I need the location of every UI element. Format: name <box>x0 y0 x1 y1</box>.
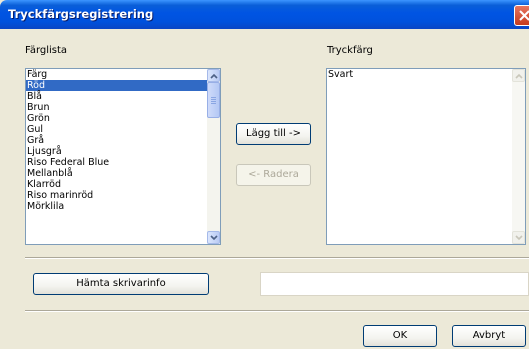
color-list-item[interactable]: Röd <box>26 80 220 91</box>
chevron-down-icon <box>210 235 218 241</box>
close-button[interactable] <box>514 5 529 26</box>
color-list-item[interactable]: Mörklila <box>26 201 220 212</box>
close-icon <box>519 10 529 21</box>
color-list-item[interactable]: Färg <box>26 69 220 80</box>
print-color-scrollbar[interactable] <box>512 69 525 244</box>
thumb-grip <box>211 103 216 104</box>
print-color-listbox[interactable]: Svart <box>326 68 526 245</box>
color-list-item[interactable]: Klarröd <box>26 179 220 190</box>
remove-button[interactable]: <- Radera <box>236 164 311 186</box>
scroll-up-button[interactable] <box>207 69 220 82</box>
color-list-item[interactable]: Blå <box>26 91 220 102</box>
color-list-item[interactable]: Grå <box>26 135 220 146</box>
separator <box>25 310 529 312</box>
print-color-item[interactable]: Svart <box>327 69 525 80</box>
color-list-scrollbar[interactable] <box>207 69 220 244</box>
print-color-label: Tryckfärg <box>327 45 373 56</box>
color-list-item[interactable]: Riso marinröd <box>26 190 220 201</box>
scroll-thumb[interactable] <box>207 82 220 118</box>
add-button[interactable]: Lägg till -> <box>236 123 311 145</box>
get-printer-info-button[interactable]: Hämta skrivarinfo <box>33 273 209 295</box>
cancel-button[interactable]: Avbryt <box>452 325 526 347</box>
add-button-label: Lägg till -> <box>246 128 301 139</box>
cancel-button-label: Avbryt <box>472 330 506 341</box>
color-list-items: Färg Röd Blå Brun Grön Gul Grå Ljusgrå Riso Fede… <box>26 69 220 212</box>
thumb-grip <box>211 101 216 102</box>
color-list-item[interactable]: Gul <box>26 124 220 135</box>
window-title: Tryckfärgsregistrering <box>8 7 154 21</box>
remove-button-label: <- Radera <box>248 169 299 180</box>
color-list-item[interactable]: Grön <box>26 113 220 124</box>
color-list-item[interactable]: Ljusgrå <box>26 146 220 157</box>
scroll-up-button[interactable] <box>512 69 525 82</box>
color-list-label: Färglista <box>25 45 68 56</box>
thumb-grip <box>211 97 216 98</box>
thumb-grip <box>211 99 216 100</box>
chevron-up-icon <box>515 73 523 79</box>
color-listbox[interactable]: Färg Röd Blå Brun Grön Gul Grå Ljusgrå Riso Fede… <box>25 68 221 245</box>
chevron-down-icon <box>515 235 523 241</box>
get-printer-info-label: Hämta skrivarinfo <box>76 278 166 289</box>
ok-button[interactable]: OK <box>363 325 437 347</box>
separator <box>25 257 529 259</box>
chevron-up-icon <box>210 73 218 79</box>
color-list-item[interactable]: Riso Federal Blue <box>26 157 220 168</box>
color-list-item[interactable]: Mellanblå <box>26 168 220 179</box>
title-bar[interactable]: Tryckfärgsregistrering <box>0 0 529 29</box>
ok-button-label: OK <box>392 330 408 341</box>
scroll-down-button[interactable] <box>512 231 525 244</box>
printer-info-field[interactable] <box>260 272 529 296</box>
print-color-items: Svart <box>327 69 525 80</box>
scroll-down-button[interactable] <box>207 231 220 244</box>
dialog-window: Tryckfärgsregistrering Färglista Färg Röd… <box>0 0 529 349</box>
color-list-item[interactable]: Brun <box>26 102 220 113</box>
